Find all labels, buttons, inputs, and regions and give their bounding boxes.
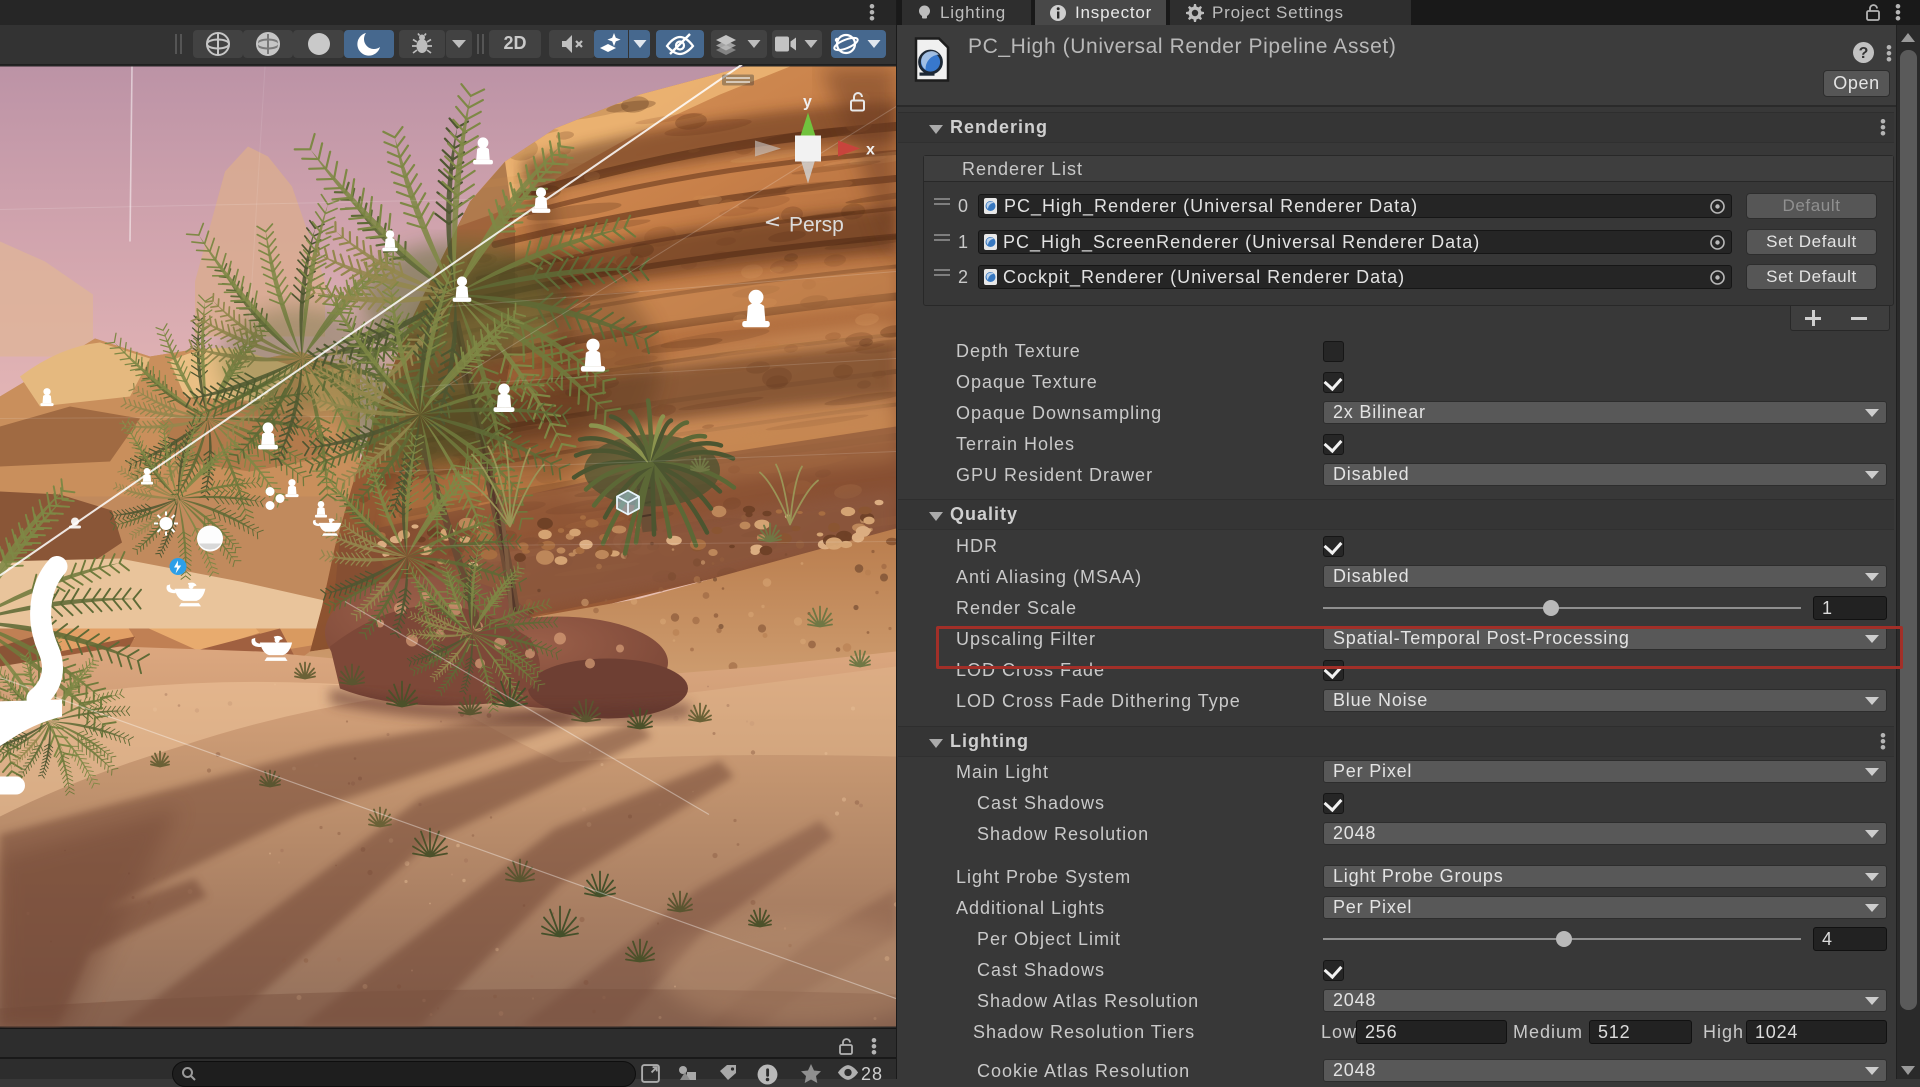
svg-text:y: y: [803, 94, 812, 111]
svg-text:x: x: [866, 142, 875, 159]
svg-text:Persp: Persp: [789, 214, 844, 237]
svg-text:?: ?: [1859, 45, 1869, 62]
